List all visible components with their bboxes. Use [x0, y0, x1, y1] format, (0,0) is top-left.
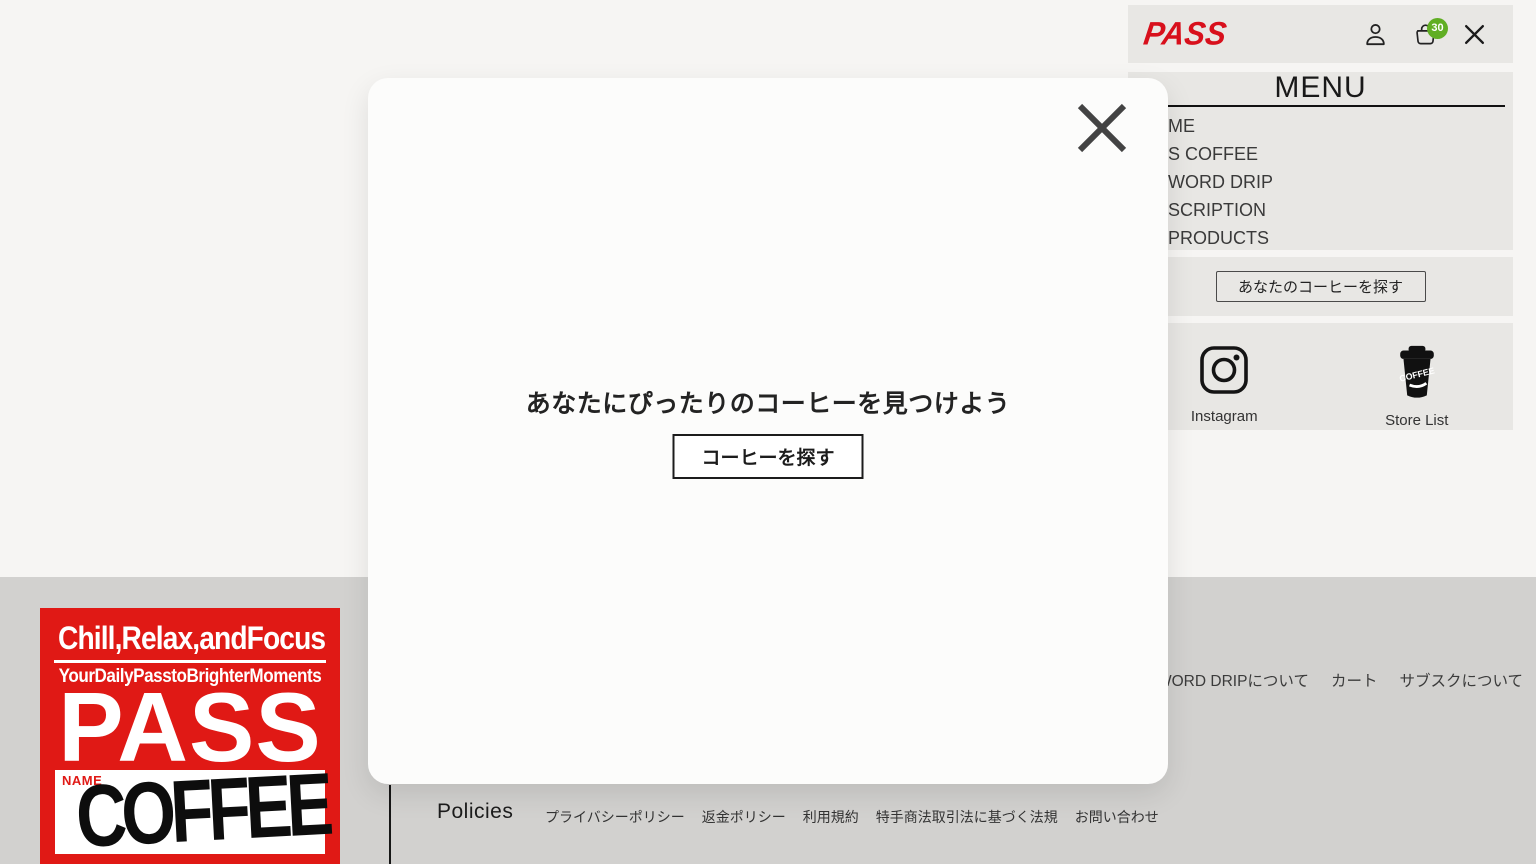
header-icons: 30: [1362, 21, 1487, 48]
find-your-coffee-button[interactable]: あなたのコーヒーを探す: [1216, 271, 1426, 302]
policy-link-terms[interactable]: 利用規約: [803, 807, 859, 827]
instagram-icon: [1198, 344, 1250, 401]
policies-title: Policies: [437, 800, 513, 824]
policy-link-commerce-law[interactable]: 特手商法取引法に基づく法規: [876, 807, 1058, 827]
logo-divider: [54, 660, 326, 663]
logo-name-tag: NAME COFFEE: [55, 770, 325, 854]
cart-count-badge: 30: [1427, 18, 1448, 39]
menu-item-products[interactable]: PRODUCTS: [1128, 224, 1513, 252]
coffee-cup-icon: COFFEE: [1395, 344, 1439, 405]
coffee-finder-modal: あなたにぴったりのコーヒーを見つけよう コーヒーを探す: [368, 78, 1168, 784]
menu-title: MENU: [1128, 73, 1513, 103]
page-background: Chill,Relax,andFocus YourDailyPasstoBrig…: [0, 0, 1536, 864]
footer-link-cart[interactable]: カート: [1331, 669, 1378, 691]
drawer-close-icon[interactable]: [1462, 22, 1487, 47]
logo-tagline-1: Chill,Relax,andFocus: [58, 620, 322, 657]
modal-title: あなたにぴったりのコーヒーを見つけよう: [368, 384, 1168, 420]
social-panel: Instagram COFFEE Store List: [1128, 323, 1513, 430]
drawer-header: PASS 30: [1128, 5, 1513, 63]
footer-link-keyword-drip[interactable]: WORD DRIPについて: [1157, 669, 1309, 691]
menu-item-pass-coffee[interactable]: S COFFEE: [1128, 140, 1513, 168]
footer-nav: WORD DRIPについて カート サブスクについて: [1157, 669, 1523, 691]
menu-list: ME S COFFEE WORD DRIP SCRIPTION PRODUCTS: [1128, 112, 1513, 252]
menu-item-home[interactable]: ME: [1128, 112, 1513, 140]
cart-icon[interactable]: 30: [1412, 21, 1439, 48]
policies-divider-line: [389, 785, 391, 864]
policy-link-refund[interactable]: 返金ポリシー: [702, 807, 786, 827]
menu-underline: [1136, 105, 1505, 107]
logo-coffee-text: COFFEE: [73, 754, 310, 864]
instagram-label: Instagram: [1191, 408, 1258, 425]
modal-close-icon[interactable]: [1074, 100, 1130, 156]
footer-link-subscription[interactable]: サブスクについて: [1399, 669, 1523, 691]
policy-link-contact[interactable]: お問い合わせ: [1075, 807, 1159, 827]
store-list-link[interactable]: COFFEE Store List: [1321, 323, 1514, 430]
policies-links: プライバシーポリシー 返金ポリシー 利用規約 特手商法取引法に基づく法規 お問い…: [545, 807, 1159, 827]
menu-item-keyword-drip[interactable]: WORD DRIP: [1128, 168, 1513, 196]
header-brand-logo[interactable]: PASS: [1141, 15, 1228, 53]
store-list-label: Store List: [1385, 412, 1448, 429]
menu-panel: MENU ME S COFFEE WORD DRIP SCRIPTION PRO…: [1128, 72, 1513, 250]
account-icon[interactable]: [1362, 21, 1389, 48]
find-coffee-panel: あなたのコーヒーを探す: [1128, 257, 1513, 316]
search-coffee-button[interactable]: コーヒーを探す: [673, 434, 864, 479]
menu-item-subscription[interactable]: SCRIPTION: [1128, 196, 1513, 224]
policy-link-privacy[interactable]: プライバシーポリシー: [545, 807, 685, 827]
brand-logo-card: Chill,Relax,andFocus YourDailyPasstoBrig…: [40, 608, 340, 864]
